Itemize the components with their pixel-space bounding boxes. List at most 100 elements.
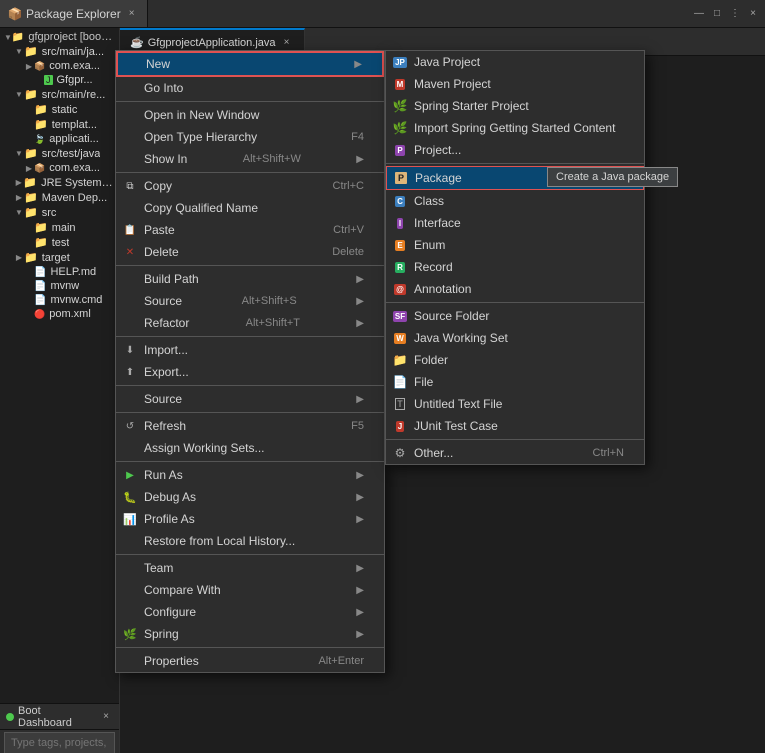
submenu-source-folder[interactable]: SF Source Folder (386, 305, 644, 327)
arrow-src-main-res: ▼ (14, 90, 24, 99)
tree-item-mvnw-cmd[interactable]: 📄 mvnw.cmd (0, 293, 119, 307)
label-src-test: src/test/java (42, 148, 101, 160)
menu-item-source[interactable]: Source Alt+Shift+S ▶ (116, 290, 384, 312)
menu-item-assign-working-sets[interactable]: Assign Working Sets... (116, 437, 384, 459)
submenu-class[interactable]: C Class (386, 190, 644, 212)
menu-item-import[interactable]: ⬇ Import... (116, 339, 384, 361)
tree-item-src-test[interactable]: ▼ 📁 src/test/java (0, 146, 119, 161)
menu-label-spring: Spring (144, 627, 179, 641)
menu-item-show-in[interactable]: Show In Alt+Shift+W ▶ (116, 148, 384, 170)
menu-item-source2[interactable]: Source ▶ (116, 388, 384, 410)
menu-item-new[interactable]: New ▶ (116, 51, 384, 77)
folder-icon-target: 📁 (24, 251, 38, 264)
tree-root[interactable]: ▼ 📁 gfgproject [boot] [devtools] (0, 30, 119, 44)
submenu-java-working-set[interactable]: W Java Working Set (386, 327, 644, 349)
menu-item-copy-qualified[interactable]: Copy Qualified Name (116, 197, 384, 219)
submenu-package[interactable]: P Package Create a Java package (386, 166, 644, 190)
submenu-import-spring[interactable]: 🌿 Import Spring Getting Started Content (386, 117, 644, 139)
editor-tab-close[interactable]: × (280, 36, 294, 50)
folder-icon-static: 📁 (34, 103, 48, 116)
submenu-maven-project[interactable]: M Maven Project (386, 73, 644, 95)
tree-item-templates[interactable]: 📁 templat... (0, 117, 119, 132)
icon-class: C (392, 193, 408, 209)
icon-record: R (392, 259, 408, 275)
menu-item-open-window[interactable]: Open in New Window (116, 104, 384, 126)
tree-item-pom[interactable]: 🔴 pom.xml (0, 307, 119, 321)
tree-item-gfgproject[interactable]: J Gfgpr... (0, 73, 119, 87)
tree-item-main[interactable]: 📁 main (0, 220, 119, 235)
tree-item-src-main-res[interactable]: ▼ 📁 src/main/re... (0, 87, 119, 102)
menu-item-run-as[interactable]: ▶ Run As ▶ (116, 464, 384, 486)
menu-item-export[interactable]: ⬆ Export... (116, 361, 384, 383)
menu-item-debug-as[interactable]: 🐛 Debug As ▶ (116, 486, 384, 508)
menu-item-profile-as[interactable]: 📊 Profile As ▶ (116, 508, 384, 530)
package-explorer-tab-close[interactable]: × (125, 7, 139, 21)
menu-item-open-type[interactable]: Open Type Hierarchy F4 (116, 126, 384, 148)
menu-label-build-path: Build Path (144, 272, 199, 286)
submenu-label-source-folder: Source Folder (414, 309, 489, 323)
leaf-icon-app: 🍃 (34, 134, 45, 145)
minimize-btn[interactable]: — (691, 6, 707, 22)
search-input[interactable] (4, 732, 115, 753)
submenu-record[interactable]: R Record (386, 256, 644, 278)
maximize-btn[interactable]: □ (709, 6, 725, 22)
menu-item-refresh[interactable]: ↺ Refresh F5 (116, 415, 384, 437)
boot-dashboard-label: Boot Dashboard (18, 705, 95, 729)
tree-item-com-example[interactable]: ▶ 📦 com.exa... (0, 59, 119, 73)
folder-icon-templates: 📁 (34, 118, 48, 131)
icon-interface: I (392, 215, 408, 231)
menu-item-build-path[interactable]: Build Path ▶ (116, 268, 384, 290)
submenu-untitled-text[interactable]: T Untitled Text File (386, 393, 644, 415)
menu-item-configure[interactable]: Configure ▶ (116, 601, 384, 623)
label-src-main: src/main/ja... (42, 46, 104, 58)
icon-maven-project: M (392, 76, 408, 92)
menu-item-spring[interactable]: 🌿 Spring ▶ (116, 623, 384, 645)
menu-item-go-into[interactable]: Go Into (116, 77, 384, 99)
tree-item-maven-dep[interactable]: ▶ 📁 Maven Dep... (0, 190, 119, 205)
submenu-spring-starter[interactable]: 🌿 Spring Starter Project (386, 95, 644, 117)
submenu-enum[interactable]: E Enum (386, 234, 644, 256)
menu-item-copy[interactable]: ⧉ Copy Ctrl+C (116, 175, 384, 197)
tree-item-target[interactable]: ▶ 📁 target (0, 250, 119, 265)
label-mvnw-cmd: mvnw.cmd (50, 294, 102, 306)
menu-label-import: Import... (144, 343, 188, 357)
label-main: main (52, 222, 76, 234)
submenu-other[interactable]: ⚙ Other... Ctrl+N (386, 442, 644, 464)
submenu-label-record: Record (414, 260, 453, 274)
menu-item-team[interactable]: Team ▶ (116, 557, 384, 579)
source-arrow: ▶ (356, 296, 364, 307)
boot-dashboard-close[interactable]: × (99, 710, 113, 724)
tree-item-mvnw[interactable]: 📄 mvnw (0, 279, 119, 293)
tree-item-application[interactable]: 🍃 applicati... (0, 132, 119, 146)
submenu-annotation[interactable]: @ Annotation (386, 278, 644, 300)
menu-item-paste[interactable]: 📋 Paste Ctrl+V (116, 219, 384, 241)
copy-icon: ⧉ (122, 178, 138, 194)
package-explorer-tab[interactable]: 📦 Package Explorer × (0, 0, 148, 27)
tree-item-test[interactable]: 📁 test (0, 235, 119, 250)
tree-item-help[interactable]: 📄 HELP.md (0, 265, 119, 279)
tree-item-src[interactable]: ▼ 📁 src (0, 205, 119, 220)
menu-btn[interactable]: ⋮ (727, 6, 743, 22)
context-menu-overlay: New ▶ Go Into Open in New Window Open Ty… (115, 50, 385, 673)
submenu-file[interactable]: 📄 File (386, 371, 644, 393)
tree-item-com-example-test[interactable]: ▶ 📦 com.exa... (0, 161, 119, 175)
menu-label-team: Team (144, 561, 173, 575)
submenu-project[interactable]: P Project... (386, 139, 644, 161)
menu-label-restore: Restore from Local History... (144, 534, 295, 548)
submenu-label-enum: Enum (414, 238, 445, 252)
submenu-junit[interactable]: J JUnit Test Case (386, 415, 644, 437)
submenu-java-project[interactable]: JP Java Project (386, 51, 644, 73)
menu-item-compare-with[interactable]: Compare With ▶ (116, 579, 384, 601)
icon-junit: J (392, 418, 408, 434)
close-btn[interactable]: × (745, 6, 761, 22)
menu-item-refactor[interactable]: Refactor Alt+Shift+T ▶ (116, 312, 384, 334)
tree-item-static[interactable]: 📁 static (0, 102, 119, 117)
tree-item-src-main-java[interactable]: ▼ 📁 src/main/ja... (0, 44, 119, 59)
menu-item-properties[interactable]: Properties Alt+Enter (116, 650, 384, 672)
menu-item-restore-history[interactable]: Restore from Local History... (116, 530, 384, 552)
tree-item-jre[interactable]: ▶ 📁 JRE System L... (0, 175, 119, 190)
submenu-folder[interactable]: 📁 Folder (386, 349, 644, 371)
submenu-interface[interactable]: I Interface (386, 212, 644, 234)
menu-item-delete[interactable]: ✕ Delete Delete (116, 241, 384, 263)
label-maven: Maven Dep... (42, 192, 107, 204)
